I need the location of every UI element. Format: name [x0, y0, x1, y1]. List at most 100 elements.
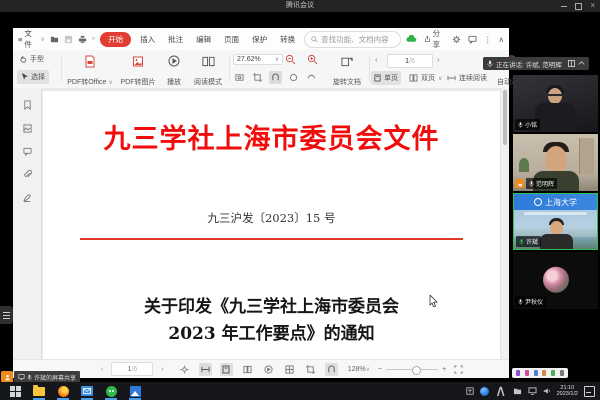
continuous-mode-icon[interactable]: [199, 363, 212, 376]
loupe-tool-icon[interactable]: [287, 71, 300, 84]
pdf-to-office-button[interactable]: PDF转Office ∨: [65, 53, 115, 89]
windows-taskbar: ∧ 21:10 2023/1/2: [0, 382, 600, 400]
taskbar-file-explorer[interactable]: [32, 384, 46, 398]
page-number-input[interactable]: 1/6: [111, 362, 153, 376]
save-icon[interactable]: [64, 35, 73, 44]
magnifier-area-tool-icon[interactable]: [269, 71, 282, 84]
document-body-line2: 2023 年工作要点》的通知: [43, 323, 500, 345]
zoom-slider[interactable]: [386, 369, 438, 370]
annotation-panel-toggle[interactable]: [0, 306, 13, 324]
zoom-slider-knob[interactable]: [412, 366, 421, 375]
crop-tool-icon[interactable]: [251, 71, 264, 84]
share-icon: [424, 35, 431, 43]
tab-edit[interactable]: 编辑: [192, 32, 215, 47]
start-button[interactable]: [8, 384, 22, 398]
zoom-level[interactable]: 128% ∨: [348, 366, 370, 373]
notification-center-icon[interactable]: [584, 386, 595, 397]
thumbnail-icon[interactable]: [23, 124, 32, 133]
prev-page-icon[interactable]: ‹: [375, 55, 378, 64]
zoom-in-magnifier-icon[interactable]: [307, 54, 318, 65]
bookmark-icon[interactable]: [23, 100, 32, 110]
maximize-button[interactable]: [575, 3, 582, 10]
print-icon[interactable]: [78, 35, 87, 44]
taskbar-firefox[interactable]: [56, 384, 70, 398]
volume-icon[interactable]: [543, 387, 551, 395]
ime-toolbar[interactable]: [512, 368, 568, 378]
annotation-mode-icon[interactable]: [325, 363, 338, 376]
share-button[interactable]: 分享: [424, 28, 445, 50]
taskbar-mail[interactable]: [80, 384, 94, 398]
tab-convert[interactable]: 转换: [276, 32, 299, 47]
taskbar-meeting-app[interactable]: [128, 384, 142, 398]
minimize-button[interactable]: [561, 6, 567, 7]
zoom-out-magnifier-icon[interactable]: [285, 54, 296, 65]
single-page-mode-button[interactable]: 单页: [371, 71, 401, 85]
hand-tool-button[interactable]: 手型: [19, 54, 44, 64]
participant-video-tile[interactable]: 上海大学 许斌: [513, 193, 598, 250]
participant-video-tile[interactable]: 小铭: [513, 75, 598, 132]
tab-page[interactable]: 页面: [220, 32, 243, 47]
tab-insert[interactable]: 插入: [136, 32, 159, 47]
overflow-icon[interactable]: »: [92, 36, 95, 42]
cloud-sync-icon[interactable]: [406, 35, 417, 43]
single-page-icon: [374, 74, 381, 82]
ime-lang-icon[interactable]: [466, 387, 474, 395]
tab-home[interactable]: 开始: [100, 32, 131, 47]
next-page-icon[interactable]: ›: [161, 366, 163, 373]
continuous-read-button[interactable]: 连续阅读: [445, 71, 489, 85]
university-logo-icon: [534, 198, 542, 206]
mic-icon: [27, 374, 32, 381]
ring-tool-icon[interactable]: [305, 71, 318, 84]
autoplay-icon[interactable]: [262, 363, 275, 376]
play-button[interactable]: 播放: [161, 53, 187, 89]
hamburger-icon: ≡: [18, 35, 22, 44]
tray-display-icon[interactable]: [528, 387, 537, 395]
settings-gear-icon[interactable]: [452, 35, 461, 44]
taskbar-wechat[interactable]: [104, 384, 118, 398]
participant-video-tile[interactable]: 尹秋仪: [513, 252, 598, 309]
close-button[interactable]: ×: [590, 0, 595, 12]
tab-protect[interactable]: 保护: [248, 32, 271, 47]
search-input[interactable]: 查找功能、文档内容: [304, 31, 401, 48]
pdf-page[interactable]: 九三学社上海市委员会文件 九三沪发〔2023〕15 号 关于印发《九三学社上海市…: [43, 91, 500, 360]
brightness-icon[interactable]: [178, 363, 191, 376]
comment-list-icon[interactable]: [23, 147, 32, 156]
tray-folder-icon[interactable]: [513, 387, 522, 395]
zoom-in-button[interactable]: +: [442, 366, 446, 373]
taskbar-clock[interactable]: 21:10 2023/1/2: [557, 385, 578, 398]
double-page-mode-button[interactable]: 双页 ∨: [407, 71, 444, 85]
pdf-to-image-button[interactable]: PDF转图片: [117, 53, 159, 89]
continuous-read-icon: [447, 74, 456, 82]
browser-ball-icon[interactable]: [480, 387, 489, 396]
firefox-icon: [58, 386, 69, 397]
tab-comment[interactable]: 批注: [164, 32, 187, 47]
snapshot-tool-icon[interactable]: [233, 71, 246, 84]
next-page-icon[interactable]: ›: [437, 55, 440, 64]
scrollbar-thumb[interactable]: [503, 90, 507, 145]
comment-bubble-icon[interactable]: [468, 35, 477, 44]
open-folder-icon[interactable]: [50, 35, 59, 44]
windows-logo-icon: [10, 386, 21, 397]
signature-icon[interactable]: [23, 193, 32, 202]
prev-page-icon[interactable]: ‹: [101, 366, 103, 373]
vertical-scrollbar[interactable]: [500, 88, 509, 360]
rotate-document-button[interactable]: 旋转文档: [329, 53, 365, 89]
fullscreen-icon[interactable]: [454, 365, 463, 374]
more-menu-icon[interactable]: ⋮: [484, 35, 492, 44]
page-number-input[interactable]: 1/6: [387, 54, 433, 68]
single-page-icon[interactable]: [220, 363, 233, 376]
select-tool-button[interactable]: 选择: [17, 70, 49, 84]
crop-icon[interactable]: [304, 363, 317, 376]
tray-expand-icon[interactable]: ∧: [495, 381, 507, 400]
file-menu[interactable]: ≡ 文件 ∨: [18, 28, 45, 50]
participant-video-tile[interactable]: 范明辉: [513, 134, 598, 191]
collapse-ribbon-icon[interactable]: ∧: [499, 35, 505, 44]
grid-view-icon[interactable]: [283, 363, 296, 376]
double-page-icon[interactable]: [241, 363, 254, 376]
attachment-icon[interactable]: [23, 170, 32, 179]
zoom-select[interactable]: 27.62% ∨: [233, 54, 283, 65]
play-icon: [168, 55, 180, 67]
chevron-down-icon: ∨: [40, 36, 44, 43]
zoom-out-button[interactable]: −: [378, 366, 382, 373]
read-mode-button[interactable]: 阅读模式: [189, 53, 227, 89]
